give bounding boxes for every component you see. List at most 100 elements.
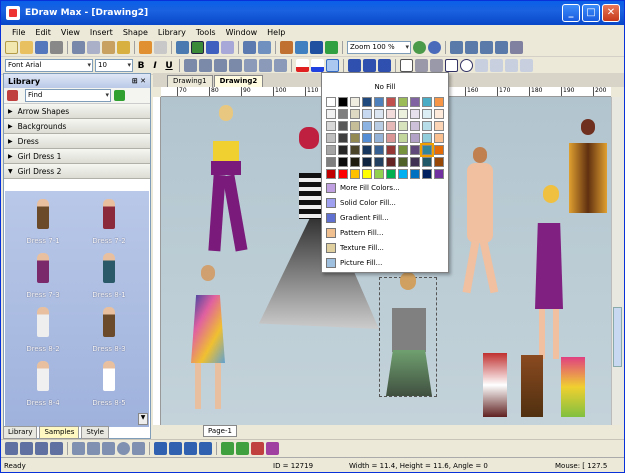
new-icon[interactable] [5,41,18,54]
color-swatch[interactable] [410,97,420,107]
color-swatch[interactable] [362,109,372,119]
menu-texture-fill[interactable]: Texture Fill... [324,241,446,255]
undo-icon[interactable] [139,41,152,54]
font-color-icon[interactable] [296,59,309,72]
color-swatch[interactable] [326,97,336,107]
line-weight-icon[interactable] [348,59,361,72]
color-swatch[interactable] [398,109,408,119]
zoom-width-icon[interactable] [465,41,478,54]
color-swatch[interactable] [338,169,348,179]
ellipse-tool-icon[interactable] [460,59,473,72]
color-swatch[interactable] [434,157,444,167]
shape-dress-8-1[interactable]: Dress 8-1 [79,249,139,299]
library-icon[interactable] [7,90,18,101]
fill-color-icon[interactable] [326,59,339,72]
pen-tool-icon[interactable] [35,442,48,455]
dress-shape-small-1[interactable] [483,353,507,417]
maximize-button[interactable]: □ [582,4,600,22]
color-swatch[interactable] [338,133,348,143]
color-swatch[interactable] [326,133,336,143]
brush-tool-icon[interactable] [50,442,63,455]
dress-shape-small-2[interactable] [521,355,543,417]
ungroup-icon[interactable] [199,442,212,455]
line-draw-icon[interactable] [72,442,85,455]
connector-tool-icon[interactable] [415,59,428,72]
align-left-icon[interactable] [184,59,197,72]
tab-library[interactable]: Library [3,426,38,439]
color-swatch[interactable] [434,169,444,179]
connector-icon[interactable] [191,41,204,54]
color-swatch[interactable] [398,157,408,167]
zoom-combo[interactable]: Zoom 100 % [347,41,411,54]
shape-dress-7-3[interactable]: Dress 7-3 [13,249,73,299]
print-icon[interactable] [50,41,63,54]
library-find-combo[interactable]: Find [25,89,111,102]
color-swatch[interactable] [434,133,444,143]
color-swatch[interactable] [398,145,408,155]
open-icon[interactable] [20,41,33,54]
arc-tool-icon[interactable] [490,59,503,72]
color-swatch[interactable] [362,157,372,167]
color-swatch[interactable] [398,97,408,107]
color-swatch[interactable] [350,109,360,119]
zoom-in-icon[interactable] [413,41,426,54]
justify-icon[interactable] [229,59,242,72]
color-swatch[interactable] [374,145,384,155]
color-swatch[interactable] [374,133,384,143]
curve-tool-icon[interactable] [505,59,518,72]
color-swatch[interactable] [350,145,360,155]
zoom-fit-icon[interactable] [480,41,493,54]
shape-dress-8-5[interactable]: Dress 8-5 [79,357,139,407]
fashion-figure-3[interactable] [181,265,241,415]
no-fill-option[interactable]: No Fill [322,83,448,91]
shape-dress-8-4[interactable]: Dress 8-4 [13,357,73,407]
menu-gradient-fill[interactable]: Gradient Fill... [324,211,446,225]
insert-icon[interactable] [243,41,256,54]
copy-icon[interactable] [87,41,100,54]
category-arrow-shapes[interactable]: Arrow Shapes [4,104,150,119]
color-swatch[interactable] [326,121,336,131]
rotate-icon[interactable] [251,442,264,455]
category-girl-dress-1[interactable]: Girl Dress 1 [4,149,150,164]
rectangle-tool-icon[interactable] [445,59,458,72]
save-icon[interactable] [35,41,48,54]
text-top-icon[interactable] [244,59,257,72]
menu-insert[interactable]: Insert [85,28,118,37]
pan-icon[interactable] [510,41,523,54]
help-icon[interactable] [258,41,271,54]
color-swatch[interactable] [398,133,408,143]
color-swatch[interactable] [410,121,420,131]
bring-front-icon[interactable] [221,442,234,455]
font-combo[interactable]: Font Arial [5,59,93,72]
color-swatch[interactable] [420,143,434,157]
color-swatch[interactable] [422,109,432,119]
library-add-icon[interactable] [114,90,125,101]
menu-tools[interactable]: Tools [191,28,221,37]
fashion-figure-selected[interactable] [379,272,437,397]
minimize-button[interactable]: _ [562,4,580,22]
zoom-out-icon[interactable] [428,41,441,54]
color-swatch[interactable] [434,109,444,119]
group-icon[interactable] [184,442,197,455]
fashion-figure-7[interactable] [563,119,611,219]
color-swatch[interactable] [374,109,384,119]
color-swatch[interactable] [362,121,372,131]
color-swatch[interactable] [434,121,444,131]
zoom-actual-icon[interactable] [495,41,508,54]
bold-button[interactable]: B [135,61,147,71]
color-swatch[interactable] [338,109,348,119]
font-size-combo[interactable]: 10 [95,59,133,72]
menu-view[interactable]: View [56,28,85,37]
shape-dress-7-2[interactable]: Dress 7-2 [79,195,139,245]
color-swatch[interactable] [374,121,384,131]
italic-button[interactable]: I [149,61,161,71]
text-middle-icon[interactable] [259,59,272,72]
color-swatch[interactable] [350,133,360,143]
line-tool-icon[interactable] [475,59,488,72]
paste-icon[interactable] [102,41,115,54]
category-backgrounds[interactable]: Backgrounds [4,119,150,134]
line-ends-icon[interactable] [378,59,391,72]
color-swatch[interactable] [434,145,444,155]
shape-dress-8-3[interactable]: Dress 8-3 [79,303,139,353]
color-swatch[interactable] [422,133,432,143]
